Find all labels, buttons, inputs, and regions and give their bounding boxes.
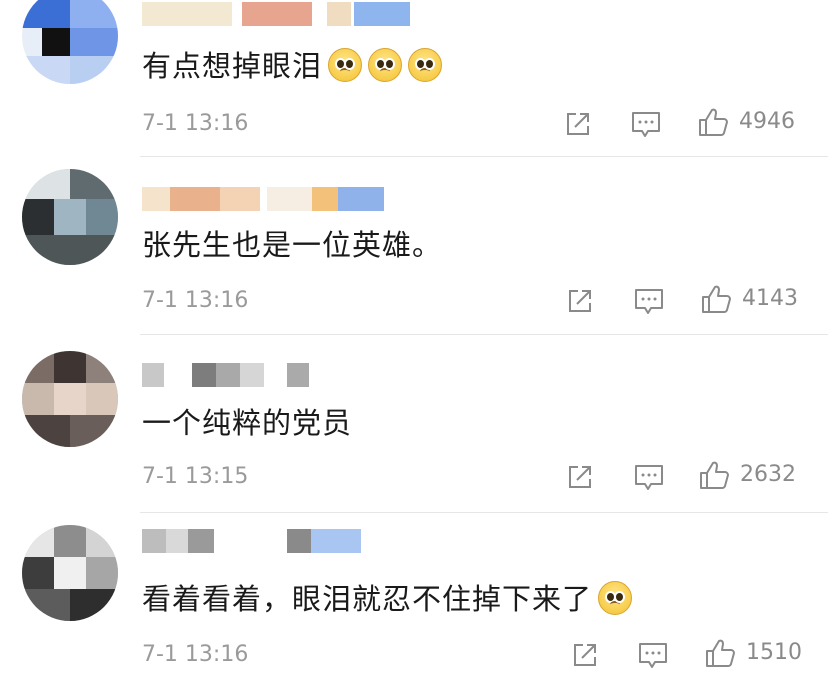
comment-item: 有点想掉眼泪 7-1 13:16 4946: [0, 0, 828, 156]
sad-emoji-icon: [368, 48, 403, 82]
comment-icon[interactable]: [630, 109, 662, 139]
comment-timestamp: 7-1 13:16: [142, 288, 249, 313]
comment-icon[interactable]: [637, 640, 669, 670]
like-count: 4143: [742, 286, 798, 311]
share-icon[interactable]: [565, 462, 595, 492]
avatar[interactable]: [22, 351, 118, 447]
comment-icon[interactable]: [633, 286, 665, 316]
sad-emoji-icon: [408, 48, 443, 82]
like-count: 4946: [739, 109, 795, 134]
comment-timestamp: 7-1 13:16: [142, 642, 249, 667]
avatar[interactable]: [22, 0, 118, 84]
sad-emoji-icon: [598, 581, 633, 615]
comment-icon[interactable]: [633, 462, 665, 492]
thumbs-up-icon: [704, 637, 736, 669]
comment-timestamp: 7-1 13:15: [142, 464, 249, 489]
thumbs-up-icon: [698, 459, 730, 491]
like-button[interactable]: 4143: [700, 284, 798, 314]
comment-item: 张先生也是一位英雄。 7-1 13:16 4143: [0, 157, 828, 334]
share-icon[interactable]: [563, 109, 593, 139]
comment-text: 张先生也是一位英雄。: [142, 228, 443, 262]
sad-emoji-icon: [328, 48, 363, 82]
like-button[interactable]: 2632: [698, 460, 796, 490]
share-icon[interactable]: [570, 640, 600, 670]
comment-text: 看着看着，眼泪就忍不住掉下来了: [142, 579, 633, 619]
comment-timestamp: 7-1 13:16: [142, 111, 249, 136]
thumbs-up-icon: [700, 283, 732, 315]
like-button[interactable]: 1510: [704, 638, 802, 668]
like-button[interactable]: 4946: [697, 107, 795, 137]
comment-text: 一个纯粹的党员: [142, 406, 353, 440]
avatar[interactable]: [22, 525, 118, 621]
thumbs-up-icon: [697, 106, 729, 138]
comment-item: 一个纯粹的党员 7-1 13:15 2632: [0, 335, 828, 512]
like-count: 2632: [740, 462, 796, 487]
comment-item: 看着看着，眼泪就忍不住掉下来了 7-1 13:16 1510: [0, 513, 828, 681]
avatar[interactable]: [22, 169, 118, 265]
like-count: 1510: [746, 640, 802, 665]
share-icon[interactable]: [565, 286, 595, 316]
comment-text: 有点想掉眼泪: [142, 46, 443, 86]
